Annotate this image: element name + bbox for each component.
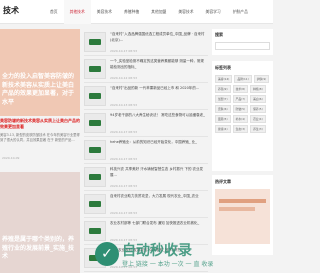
list-item-date: 2020-10-17 08:53 xyxy=(110,211,138,215)
article-thumbnail[interactable] xyxy=(84,113,106,133)
tag-chip[interactable]: 技术(8) xyxy=(232,85,249,93)
tag-chip[interactable]: 产品(7) xyxy=(232,95,249,103)
nav-item[interactable]: 护肤产品 xyxy=(227,0,254,24)
thumbnail-decor xyxy=(89,228,101,234)
article-thumbnail[interactable] xyxy=(84,140,106,160)
thumbnail-decor xyxy=(89,147,101,153)
watermark-title: 自动秒收录 xyxy=(122,243,192,259)
article-thumbnail[interactable] xyxy=(84,32,106,52)
list-item-title[interactable]: 94岁老干部的八大养生秘诀法！ 常吃这些食物可以延缓衰老_ xyxy=(110,113,206,119)
list-item-title[interactable]: “自来村”出品的新 一代苹果新品已经上市 和 2020年的… xyxy=(110,86,206,92)
list-item[interactable]: 一个_实验室检测不确定的这类营养素都能够 测量一种，常规能检测出的指标_ 2020… xyxy=(84,56,208,83)
hot-image-decor xyxy=(219,199,266,203)
list-item-title[interactable]: 农业农村部等 七部门联合发布 通知 加快推进农业机械化_ xyxy=(110,221,206,227)
watermark-overlay: ✓ 自动秒收录 登上 链接 一 本功 一次 一 直 收录 xyxy=(95,240,215,270)
list-item-date: 2020-10-13 08:53 xyxy=(110,103,138,107)
tag-chip[interactable]: 农业(4) xyxy=(250,115,266,123)
tag-chip[interactable]: 保养(5) xyxy=(250,105,266,113)
nav-item[interactable]: 其他加盟 xyxy=(145,0,172,24)
article-list: “自来村”入选品牌强国优选工程成员单位_中国_品牌 · 自来村(北京)… 2020… xyxy=(84,29,208,272)
tag-chip[interactable]: 美白(6) xyxy=(250,95,266,103)
list-item-date: 2020-10-17 08:53 xyxy=(110,130,138,134)
site-logo[interactable]: 技术 xyxy=(3,5,19,16)
nav-item[interactable]: 美容技术 xyxy=(91,0,118,24)
thumbnail-decor xyxy=(89,201,101,207)
featured-article-title[interactable]: 全力的投入启智美容防皱的新技术美容从实质上让美白产品的效果更加显著，对于水平 xyxy=(2,73,78,107)
list-item-title[interactable]: 自来村农业助力扶贫攻坚，大力发展 现代农业_中国_农业 xyxy=(110,194,206,200)
sidebar: 搜索 标签列表 美容(14) 品牌(11) 护肤(9) 养殖(9) 技术(8) 种植(8)… xyxy=(212,29,273,255)
thumbnail-decor xyxy=(89,174,101,180)
left-article-excerpt: 美容3.13, 新型的皮肤防皱技术 在今年的美容行业里得到了很大的认同，并且效果… xyxy=(0,133,80,142)
left-article-title[interactable]: 美容防皱的新技术美容从实质上让美白产品的效果更加显著 xyxy=(0,118,80,130)
hot-articles-title: 热评文章 xyxy=(215,179,231,184)
tag-chip[interactable]: 养生(3) xyxy=(250,125,266,133)
list-item[interactable]: 科技兴农 共享美好 汗水铸就智慧生态 乡村振兴 下的 农业发展… 2020-10-… xyxy=(84,164,208,191)
list-item-date: 2020-10-17 08:53 xyxy=(110,184,138,188)
tags-widget: 标签列表 美容(14) 品牌(11) 护肤(9) 养殖(9) 技术(8) 种植(8) 加盟(… xyxy=(212,61,273,171)
tags-title: 标签列表 xyxy=(215,65,231,70)
list-item[interactable]: 自来村农业助力扶贫攻坚，大力发展 现代农业_中国_农业 2020-10-17 08… xyxy=(84,191,208,218)
main-nav: 首页 其他技术 美容技术 养殖种植 其他加盟 美容技术 美容学习 护肤产品 xyxy=(44,0,254,24)
list-item[interactable]: 94岁老干部的八大养生秘诀法！ 常吃这些食物可以延缓衰老_ 2020-10-17 … xyxy=(84,110,208,137)
thumbnail-decor xyxy=(89,120,101,126)
list-item[interactable]: “自来村”入选品牌强国优选工程成员单位_中国_品牌 · 自来村(北京)… 2020… xyxy=(84,29,208,56)
tag-chip[interactable]: 健康(4) xyxy=(215,125,231,133)
article-thumbnail[interactable] xyxy=(84,194,106,214)
featured-article-title-2[interactable]: 养殖是属于哪个类别的，养殖行业的发展前景_实施_技术 xyxy=(2,236,78,262)
tag-chip[interactable]: 面膜(5) xyxy=(215,115,231,123)
tag-chip[interactable]: 防皱(5) xyxy=(232,105,249,113)
tag-chip[interactable]: 补水(4) xyxy=(232,115,249,123)
left-article: 美容防皱的新技术美容从实质上让美白产品的效果更加显著 美容3.13, 新型的皮肤… xyxy=(0,118,80,170)
nav-item[interactable]: 其他技术 xyxy=(63,0,91,24)
list-item-title[interactable]: “自来村”入选品牌强国优选工程成员单位_中国_品牌 · 自来村(北京)… xyxy=(110,32,206,43)
tag-chip[interactable]: 养殖(9) xyxy=(215,85,231,93)
featured-article-image[interactable]: 全力的投入启智美容防皱的新技术美容从实质上让美白产品的效果更加显著，对于水平 xyxy=(0,29,80,116)
nav-item[interactable]: 美容学习 xyxy=(200,0,227,24)
watermark-logo-icon: ✓ xyxy=(95,242,119,266)
tag-chip[interactable]: 种植(8) xyxy=(250,85,266,93)
tag-chip[interactable]: 品牌(11) xyxy=(234,75,252,83)
article-thumbnail[interactable] xyxy=(84,59,106,79)
article-thumbnail[interactable] xyxy=(84,221,106,241)
thumbnail-decor xyxy=(89,39,101,45)
list-item-date: 2020-10-12 08:53 xyxy=(110,76,138,80)
thumbnail-decor xyxy=(89,66,101,72)
nav-item[interactable]: 美容技术 xyxy=(172,0,199,24)
nav-item[interactable]: 养殖种植 xyxy=(118,0,145,24)
tag-list: 美容(14) 品牌(11) 护肤(9) 养殖(9) 技术(8) 种植(8) 加盟(7) 产品(… xyxy=(215,75,270,133)
list-item-date: 2020-10-17 08:53 xyxy=(110,157,138,161)
article-thumbnail[interactable] xyxy=(84,167,106,187)
list-item-date: 2020-10-17 08:53 xyxy=(110,49,138,53)
nav-item[interactable]: 首页 xyxy=(44,0,64,24)
search-title: 搜索 xyxy=(215,32,223,37)
hot-article-image[interactable] xyxy=(215,189,270,244)
top-navbar: 技术 首页 其他技术 美容技术 养殖种植 其他加盟 美容技术 美容学习 护肤产品 xyxy=(0,0,273,24)
tag-chip[interactable]: 美容(14) xyxy=(215,75,233,83)
left-article-date: 2020-10-09 xyxy=(2,156,20,160)
list-item-title[interactable]: 一个_实验室检测不确定的这类营养素都能够 测量一种，常规能检测出的指标_ xyxy=(110,59,206,70)
tag-chip[interactable]: 生态(3) xyxy=(232,125,249,133)
hot-articles-widget: 热评文章 xyxy=(212,175,273,255)
watermark-subtitle: 登上 链接 一 本功 一次 一 直 收录 xyxy=(122,261,214,268)
list-item-title[interactable]: hehe养殖业：从前的知识已经开始变化，中国养殖_ 业_ xyxy=(110,140,206,146)
tag-chip[interactable]: 护肤(9) xyxy=(253,75,270,83)
hot-image-decor xyxy=(219,207,255,211)
search-input[interactable] xyxy=(215,42,270,50)
tag-chip[interactable]: 皮肤(6) xyxy=(215,105,231,113)
list-item[interactable]: hehe养殖业：从前的知识已经开始变化，中国养殖_ 业_ 2020-10-17 0… xyxy=(84,137,208,164)
featured-article-image-2[interactable]: 养殖是属于哪个类别的，养殖行业的发展前景_实施_技术 xyxy=(0,172,80,273)
search-widget: 搜索 xyxy=(212,29,273,55)
list-item[interactable]: “自来村”出品的新 一代苹果新品已经上市 和 2020年的… 2020-10-13… xyxy=(84,83,208,110)
list-item-title[interactable]: 科技兴农 共享美好 汗水铸就智慧生态 乡村振兴 下的 农业发展… xyxy=(110,167,206,178)
thumbnail-decor xyxy=(89,93,101,99)
article-thumbnail[interactable] xyxy=(84,86,106,106)
tag-chip[interactable]: 加盟(7) xyxy=(215,95,231,103)
